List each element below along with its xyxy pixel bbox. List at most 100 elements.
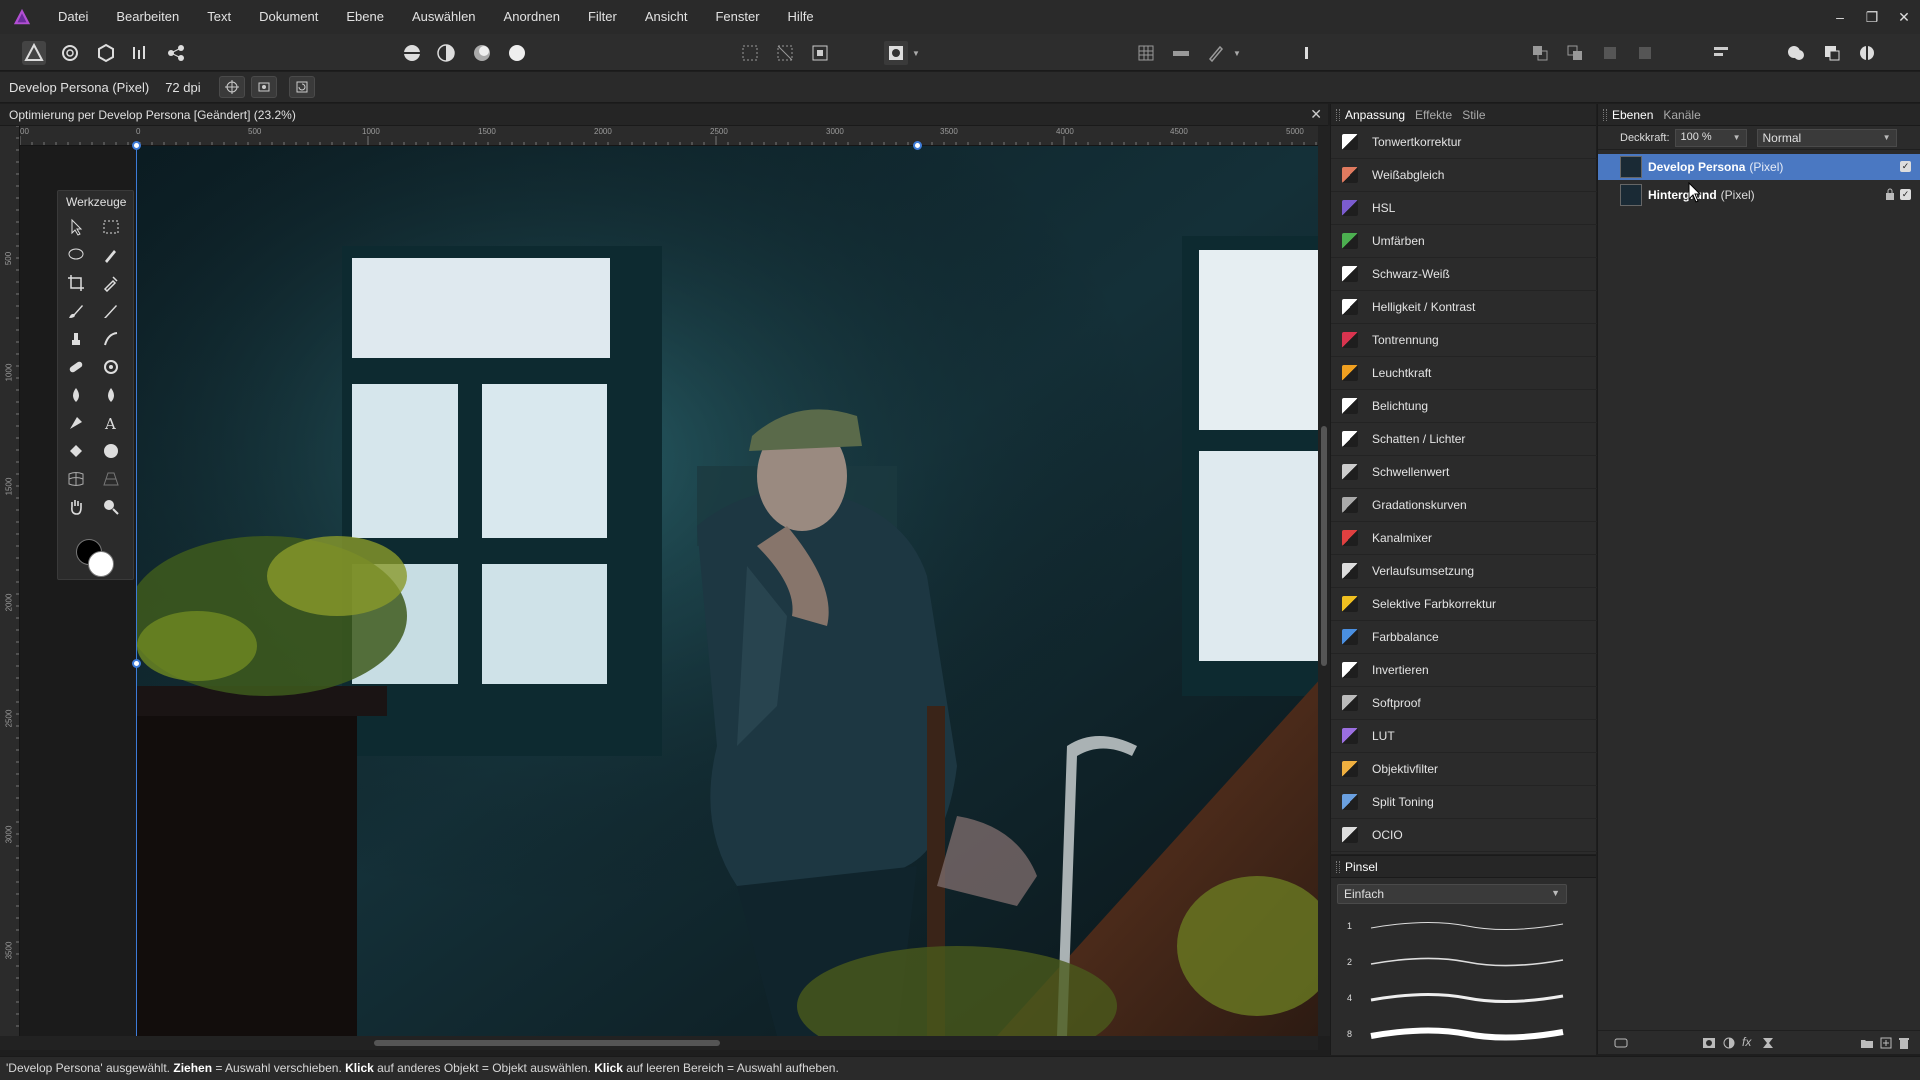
adjustment-item[interactable]: Belichtung [1331, 390, 1597, 423]
add-mask-icon[interactable] [1702, 1037, 1716, 1049]
assistant-icon[interactable] [1204, 41, 1228, 65]
pen-tool-icon[interactable] [63, 411, 89, 435]
perspective-tool-icon[interactable] [98, 467, 124, 491]
tab-kanaele[interactable]: Kanäle [1663, 108, 1700, 122]
close-document-icon[interactable]: ✕ [1310, 106, 1322, 123]
send-backward-icon[interactable] [1598, 41, 1622, 65]
menu-auswaehlen[interactable]: Auswählen [398, 0, 490, 34]
delete-layer-icon[interactable] [1898, 1037, 1910, 1049]
view-hand-tool-icon[interactable] [63, 495, 89, 519]
brush-preset[interactable]: 8 [1337, 1020, 1567, 1052]
adjustment-item[interactable]: Tonwertkorrektur [1331, 126, 1597, 159]
selection-brush-tool-icon[interactable] [98, 243, 124, 267]
flood-fill-tool-icon[interactable] [63, 439, 89, 463]
blur-tool-icon[interactable] [98, 383, 124, 407]
adjustment-item[interactable]: Farbbalance [1331, 621, 1597, 654]
tab-anpassung[interactable]: Anpassung [1345, 108, 1405, 122]
adjustment-item[interactable]: LUT [1331, 720, 1597, 753]
reset-selection-box-button[interactable] [288, 76, 315, 98]
adjustment-item[interactable]: Schatten / Lichter [1331, 423, 1597, 456]
export-persona-icon[interactable] [164, 41, 188, 65]
brush-preset[interactable]: 4 [1337, 984, 1567, 1016]
horizontal-ruler[interactable]: 00 0 500 1000 1500 2000 2500 3000 3500 4… [20, 126, 1320, 146]
adjustment-item[interactable]: HSL [1331, 192, 1597, 225]
auto-white-balance-icon[interactable] [505, 41, 529, 65]
menu-datei[interactable]: Datei [44, 0, 102, 34]
tab-pinsel[interactable]: Pinsel [1345, 860, 1378, 874]
add-adjustment-icon[interactable] [1722, 1037, 1736, 1049]
invert-selection-icon[interactable] [808, 41, 832, 65]
restore-button[interactable]: ❐ [1856, 0, 1888, 34]
photo-persona-icon[interactable] [22, 41, 46, 65]
freehand-selection-tool-icon[interactable] [63, 243, 89, 267]
add-live-filter-icon[interactable] [1762, 1037, 1774, 1049]
adjustment-item[interactable]: Schwellenwert [1331, 456, 1597, 489]
info-icon[interactable] [1294, 41, 1318, 65]
liquify-persona-icon[interactable] [58, 41, 82, 65]
bring-forward-icon[interactable] [1563, 41, 1587, 65]
canvas-vertical-scrollbar[interactable] [1318, 126, 1330, 1036]
blend-mode-select[interactable]: Normal ▼ [1756, 128, 1897, 147]
adjustment-item[interactable]: Objektivfilter [1331, 753, 1597, 786]
adjustment-item[interactable]: Tontrennung [1331, 324, 1597, 357]
menu-text[interactable]: Text [193, 0, 245, 34]
adjustment-item[interactable]: Selektive Farbkorrektur [1331, 588, 1597, 621]
colour-picker-tool-icon[interactable] [98, 271, 124, 295]
panel-grip-icon[interactable] [1336, 109, 1340, 121]
adjustment-item[interactable]: Softproof [1331, 687, 1597, 720]
affinity-photo-logo-icon[interactable] [0, 0, 44, 34]
selection-handle[interactable] [913, 141, 922, 150]
send-to-back-icon[interactable] [1633, 41, 1657, 65]
brush-preset[interactable]: 2 [1337, 948, 1567, 980]
secondary-colour-swatch[interactable] [88, 551, 114, 577]
add-group-icon[interactable] [1860, 1037, 1874, 1049]
healing-brush-tool-icon[interactable] [63, 355, 89, 379]
text-tool-icon[interactable]: A [98, 411, 124, 435]
close-window-button[interactable]: ✕ [1888, 0, 1920, 34]
assistant-dropdown-icon[interactable]: ▼ [1231, 41, 1243, 65]
vertical-scroll-thumb[interactable] [1321, 426, 1327, 666]
pixel-brush-tool-icon[interactable] [98, 299, 124, 323]
panel-grip-icon[interactable] [1603, 109, 1607, 121]
brush-category-select[interactable]: Einfach ▼ [1337, 884, 1567, 904]
adjustment-item[interactable]: Umfärben [1331, 225, 1597, 258]
move-tool-icon[interactable] [63, 215, 89, 239]
boolean-intersect-icon[interactable] [1855, 41, 1879, 65]
selection-handle[interactable] [132, 141, 141, 150]
crop-tool-icon[interactable] [63, 271, 89, 295]
grid-icon[interactable] [1134, 41, 1158, 65]
deselect-icon[interactable] [773, 41, 797, 65]
photo-image[interactable] [137, 146, 1320, 1036]
paint-brush-tool-icon[interactable] [63, 299, 89, 323]
zoom-tool-icon[interactable] [98, 495, 124, 519]
quick-mask-dropdown-icon[interactable]: ▼ [910, 41, 922, 65]
auto-colour-icon[interactable] [470, 41, 494, 65]
menu-fenster[interactable]: Fenster [701, 0, 773, 34]
shape-tool-icon[interactable] [98, 439, 124, 463]
smudge-brush-tool-icon[interactable] [98, 327, 124, 351]
selection-marquee-icon[interactable] [738, 41, 762, 65]
layer-row-develop-persona[interactable]: Develop Persona (Pixel) ✓ [1598, 154, 1920, 180]
snapping-icon[interactable] [1169, 41, 1193, 65]
layer-visibility-checkbox[interactable]: ✓ [1900, 189, 1911, 200]
canvas-horizontal-scrollbar[interactable] [0, 1036, 1318, 1050]
tone-mapping-persona-icon[interactable] [128, 41, 152, 65]
canvas[interactable] [20, 146, 1320, 1036]
vertical-ruler[interactable]: 500 1000 1500 2000 2500 3000 3500 [0, 126, 20, 1036]
mesh-warp-tool-icon[interactable] [63, 467, 89, 491]
lock-icon[interactable] [1885, 188, 1895, 200]
brush-preset[interactable]: 1 [1337, 912, 1567, 944]
develop-persona-icon[interactable] [94, 41, 118, 65]
adjustment-item[interactable]: Gradationskurven [1331, 489, 1597, 522]
boolean-subtract-icon[interactable] [1820, 41, 1844, 65]
layer-visibility-checkbox[interactable]: ✓ [1900, 161, 1911, 172]
quick-mask-icon[interactable] [884, 41, 908, 65]
add-pixel-layer-icon[interactable] [1880, 1037, 1892, 1049]
tab-stile[interactable]: Stile [1462, 108, 1485, 122]
dodge-tool-icon[interactable] [63, 383, 89, 407]
layer-stack-icon[interactable] [1614, 1037, 1628, 1049]
menu-anordnen[interactable]: Anordnen [490, 0, 574, 34]
menu-filter[interactable]: Filter [574, 0, 631, 34]
adjustment-item[interactable]: OCIO [1331, 819, 1597, 852]
tab-ebenen[interactable]: Ebenen [1612, 108, 1653, 122]
